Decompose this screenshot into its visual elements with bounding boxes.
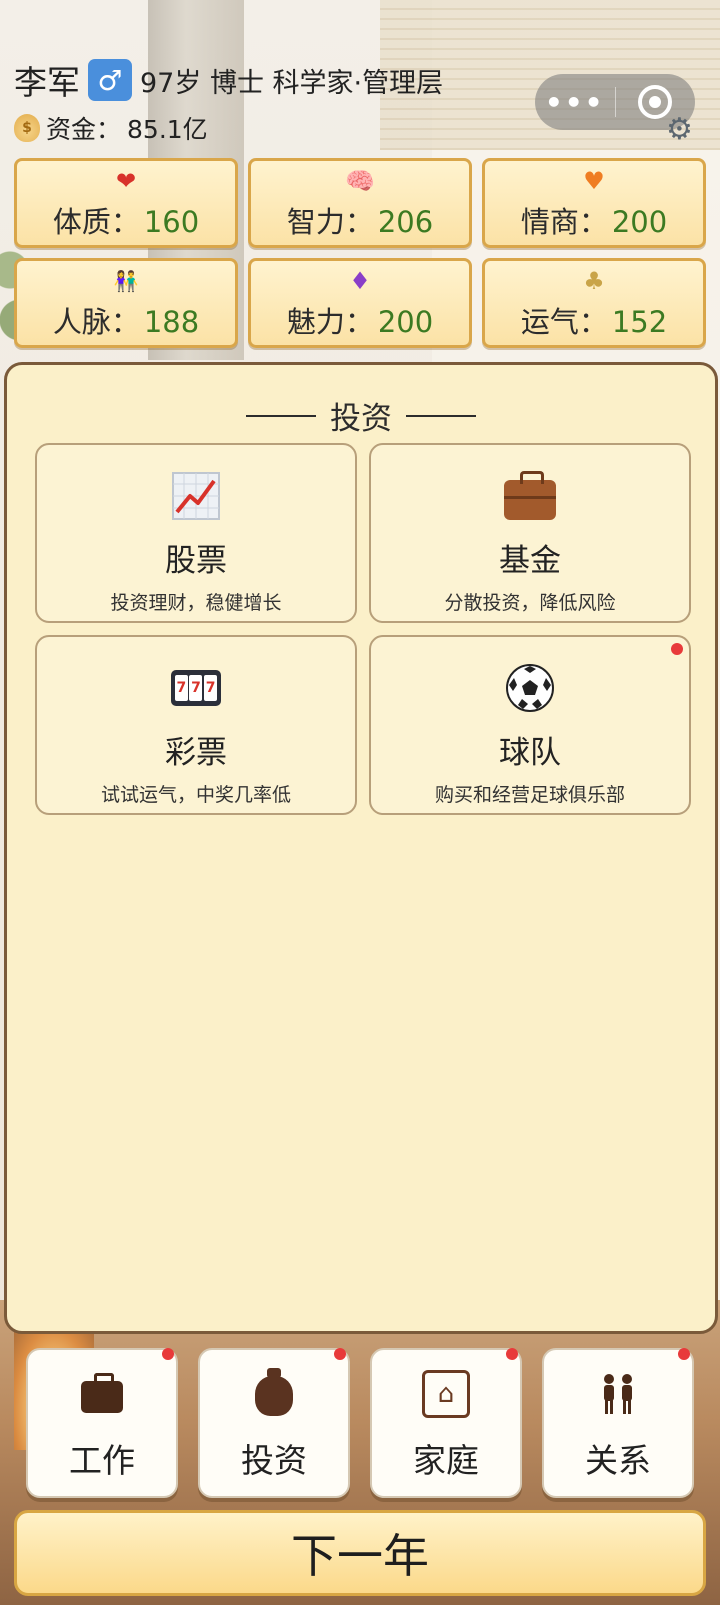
notification-dot <box>678 1348 690 1360</box>
nav-relations[interactable]: 关系 <box>542 1348 694 1498</box>
stat-value: 200 <box>611 205 668 239</box>
money-value: 85.1亿 <box>127 115 208 144</box>
card-title: 彩票 <box>165 735 227 771</box>
soccer-ball-icon <box>503 661 557 715</box>
stat-card-intelligence: 🧠 智力： 206 <box>248 158 472 248</box>
slot-machine-icon: 777 <box>169 661 223 715</box>
title-divider-right <box>406 414 476 417</box>
diamond-icon: ♦ <box>349 267 371 295</box>
stat-label: 魅力： <box>286 305 374 339</box>
notification-dot <box>506 1348 518 1360</box>
stock-chart-icon <box>169 469 223 523</box>
invest-panel: 投资 股票 投资理财，稳健增长 基金 分散投资，降低风险 7 7 7 彩票 试试… <box>4 362 718 1334</box>
stat-label: 体质： <box>52 205 140 239</box>
nav-label: 家庭 <box>413 1441 479 1480</box>
card-desc: 分散投资，降低风险 <box>444 592 616 614</box>
money-row: $ 资金： 85.1亿 <box>14 112 494 144</box>
player-info: 97岁 博士 科学家·管理层 <box>140 67 444 99</box>
card-title: 基金 <box>499 543 561 579</box>
stat-card-eq: ♥ 情商： 200 <box>482 158 706 248</box>
stat-label: 智力： <box>286 205 374 239</box>
brain-icon: 🧠 <box>345 167 375 195</box>
home-icon: ⌂ <box>422 1364 470 1424</box>
male-icon: ♂ <box>88 59 132 101</box>
panel-title-text: 投资 <box>330 401 392 437</box>
money-bag-icon: $ <box>14 114 40 142</box>
briefcase-icon <box>81 1364 123 1424</box>
card-title: 球队 <box>499 735 561 771</box>
people-icon <box>598 1364 638 1424</box>
stat-label: 运气： <box>520 305 608 339</box>
lottery-card[interactable]: 777 彩票 试试运气，中奖几率低 <box>35 635 357 815</box>
stat-value: 152 <box>611 305 668 339</box>
stat-value: 206 <box>377 205 434 239</box>
card-desc: 投资理财，稳健增长 <box>110 592 282 614</box>
card-desc: 购买和经营足球俱乐部 <box>434 784 625 806</box>
clover-icon: ♣ <box>583 267 605 295</box>
stock-card[interactable]: 股票 投资理财，稳健增长 <box>35 443 357 623</box>
nav-label: 关系 <box>585 1441 651 1480</box>
notification-dot <box>162 1348 174 1360</box>
card-title: 股票 <box>165 543 227 579</box>
name-row: 李军 ♂ 97岁 博士 科学家·管理层 <box>14 58 494 102</box>
bottom-nav: 工作 投资 ⌂ 家庭 关系 <box>26 1348 696 1498</box>
notification-dot <box>671 643 683 655</box>
stat-card-physique: ❤ 体质： 160 <box>14 158 238 248</box>
smile-heart-icon: ♥ <box>583 167 605 195</box>
next-year-button[interactable]: 下一年 <box>14 1510 706 1596</box>
nav-family[interactable]: ⌂ 家庭 <box>370 1348 522 1498</box>
stat-value: 200 <box>377 305 434 339</box>
more-button[interactable]: ••• <box>535 74 615 130</box>
money-label: 资金： <box>46 115 122 144</box>
player-header: 李军 ♂ 97岁 博士 科学家·管理层 $ 资金： 85.1亿 <box>14 58 494 144</box>
money-bag-icon <box>255 1364 293 1424</box>
notification-dot <box>334 1348 346 1360</box>
card-desc: 试试运气，中奖几率低 <box>100 784 291 806</box>
fund-card[interactable]: 基金 分散投资，降低风险 <box>369 443 691 623</box>
briefcase-icon <box>503 469 557 523</box>
title-divider-left <box>246 414 316 417</box>
panel-title: 投资 <box>7 393 715 438</box>
team-card[interactable]: 球队 购买和经营足球俱乐部 <box>369 635 691 815</box>
nav-work[interactable]: 工作 <box>26 1348 178 1498</box>
nav-label: 工作 <box>69 1441 135 1480</box>
stat-label: 情商： <box>520 205 608 239</box>
player-name: 李军 <box>14 63 80 102</box>
stat-label: 人脉： <box>52 305 140 339</box>
invest-options-grid: 股票 投资理财，稳健增长 基金 分散投资，降低风险 777 彩票 试试运气，中奖… <box>35 443 699 815</box>
nav-label: 投资 <box>241 1441 307 1480</box>
heart-icon: ❤ <box>115 167 137 195</box>
stat-card-luck: ♣ 运气： 152 <box>482 258 706 348</box>
people-icon: 👫 <box>113 269 139 293</box>
stat-value: 188 <box>143 305 200 339</box>
stat-card-charm: ♦ 魅力： 200 <box>248 258 472 348</box>
more-icon: ••• <box>544 85 605 119</box>
stat-card-network: 👫 人脉： 188 <box>14 258 238 348</box>
stats-grid: ❤ 体质： 160 🧠 智力： 206 ♥ 情商： 200 👫 人脉： 188 ♦ 魅力… <box>14 158 706 348</box>
stat-value: 160 <box>143 205 200 239</box>
gear-icon[interactable]: ⚙ <box>666 112 693 147</box>
nav-invest[interactable]: 投资 <box>198 1348 350 1498</box>
